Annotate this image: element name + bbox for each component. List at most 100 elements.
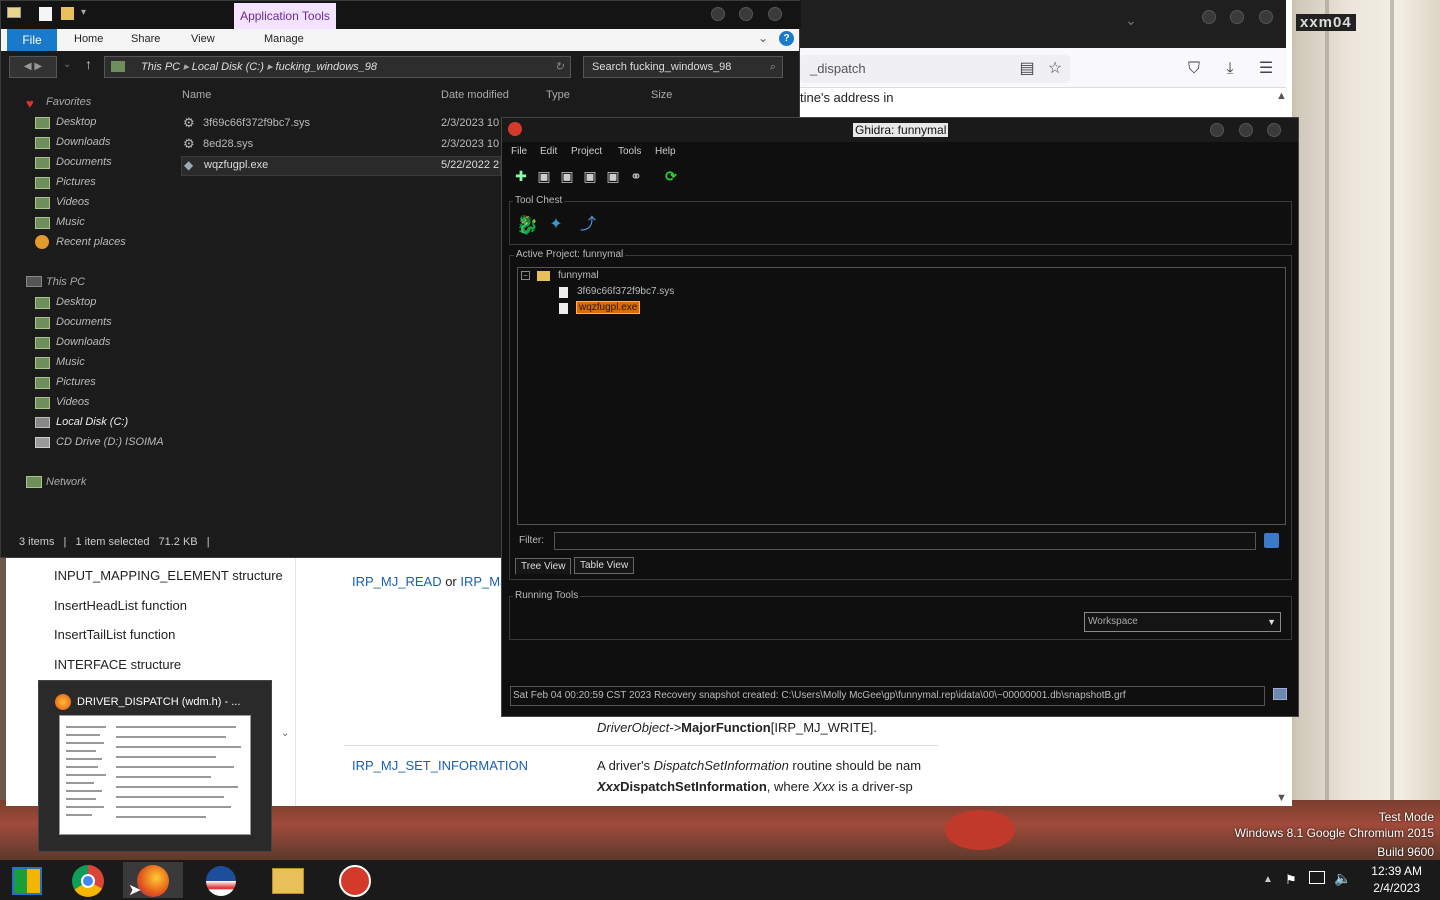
search-icon[interactable]: ⌕ bbox=[770, 57, 776, 77]
tree-item-sys[interactable]: 3f69c66f372f9bc7.sys bbox=[577, 286, 674, 297]
bookmark-star-icon[interactable]: ☆ bbox=[1044, 58, 1066, 80]
taskbar-file-explorer[interactable] bbox=[258, 862, 318, 898]
recent-locations-icon[interactable]: ⌄ bbox=[63, 59, 71, 70]
nav-item-desktop[interactable]: Desktop bbox=[56, 116, 96, 128]
nav-item-downloads[interactable]: Downloads bbox=[56, 136, 110, 148]
open-project-icon[interactable]: ▣ bbox=[535, 167, 553, 185]
properties-icon[interactable] bbox=[39, 7, 52, 21]
nav-item-local-disk[interactable]: Local Disk (C:) bbox=[56, 416, 128, 428]
refresh-icon[interactable]: ⟳ bbox=[662, 167, 680, 185]
nav-this-pc[interactable]: This PC bbox=[46, 276, 85, 288]
filter-input[interactable] bbox=[554, 532, 1256, 550]
debugger-icon[interactable]: ✦ bbox=[547, 216, 565, 234]
quick-access-dropdown-icon[interactable]: ▾ bbox=[81, 7, 86, 18]
column-size[interactable]: Size bbox=[651, 89, 672, 101]
nav-item-cd-drive[interactable]: CD Drive (D:) ISOIMA bbox=[56, 436, 164, 448]
taskbar-thumbnail[interactable]: DRIVER_DISPATCH (wdm.h) - ... bbox=[38, 680, 272, 852]
delete-project-icon[interactable]: ▣ bbox=[604, 167, 622, 185]
ribbon-tab-share[interactable]: Share bbox=[131, 33, 160, 45]
minimize-button[interactable] bbox=[711, 7, 725, 21]
nav-item-documents[interactable]: Documents bbox=[56, 156, 112, 168]
link-irp-mj-read[interactable]: IRP_MJ_READ bbox=[352, 574, 442, 589]
refresh-icon[interactable]: ↻ bbox=[555, 57, 564, 77]
taskbar-chrome[interactable] bbox=[60, 862, 120, 898]
link-irp-mj-set-information[interactable]: IRP_MJ_SET_INFORMATION bbox=[352, 758, 528, 773]
toc-item[interactable]: InsertHeadList function bbox=[54, 598, 187, 613]
show-hidden-icons-icon[interactable]: ▲ bbox=[1263, 874, 1273, 885]
nav-favorites[interactable]: Favorites bbox=[46, 96, 91, 108]
menu-project[interactable]: Project bbox=[571, 146, 602, 157]
close-button[interactable] bbox=[1267, 123, 1281, 137]
nav-item-pictures[interactable]: Pictures bbox=[56, 376, 96, 388]
tab-tree-view[interactable]: Tree View bbox=[515, 558, 572, 575]
ribbon-tab-view[interactable]: View bbox=[191, 33, 215, 45]
column-name[interactable]: Name bbox=[182, 89, 211, 101]
nav-item-documents[interactable]: Documents bbox=[56, 316, 112, 328]
collapse-icon[interactable]: − bbox=[521, 271, 530, 280]
ribbon-file-tab[interactable]: File bbox=[7, 29, 57, 51]
nav-item-downloads[interactable]: Downloads bbox=[56, 336, 110, 348]
taskbar-store[interactable] bbox=[0, 862, 60, 898]
code-browser-dragon-icon[interactable]: 🐉 bbox=[516, 216, 538, 234]
table-row[interactable]: ⚙ 3f69c66f372f9bc7.sys 2/3/2023 10 bbox=[181, 114, 501, 134]
ribbon-tab-manage[interactable]: Manage bbox=[264, 33, 304, 45]
minimize-button[interactable] bbox=[1210, 123, 1224, 137]
ribbon-tab-home[interactable]: Home bbox=[74, 33, 103, 45]
help-icon[interactable]: ? bbox=[779, 31, 794, 46]
nav-item-videos[interactable]: Videos bbox=[56, 396, 89, 408]
application-tools-tab[interactable]: Application Tools bbox=[234, 3, 336, 29]
breadcrumb-item[interactable]: Local Disk (C:) bbox=[192, 61, 264, 73]
clock[interactable]: 12:39 AM 2/4/2023 bbox=[1371, 863, 1422, 897]
breadcrumb-item[interactable]: This PC bbox=[141, 61, 180, 73]
nav-item-music[interactable]: Music bbox=[56, 216, 85, 228]
download-icon[interactable]: ⤓ bbox=[1219, 58, 1241, 80]
menu-file[interactable]: File bbox=[511, 146, 527, 157]
nav-item-music[interactable]: Music bbox=[56, 356, 85, 368]
close-button[interactable] bbox=[768, 7, 782, 21]
table-row[interactable]: ⚙ 8ed28.sys 2/3/2023 10 bbox=[181, 135, 501, 155]
nav-network[interactable]: Network bbox=[46, 476, 86, 488]
taskbar-ghidra[interactable] bbox=[325, 862, 385, 898]
close-project-icon[interactable]: ▣ bbox=[581, 167, 599, 185]
tree-item-exe-selected[interactable]: wqzfugpl.exe bbox=[576, 301, 641, 314]
filter-options-icon[interactable] bbox=[1264, 533, 1279, 548]
toc-item[interactable]: INTERFACE structure bbox=[54, 657, 181, 672]
up-arrow-icon[interactable]: ↑ bbox=[85, 56, 92, 72]
toc-scroll-down-icon[interactable]: ⌄ bbox=[281, 728, 289, 739]
back-forward-icon[interactable]: ◀ ▶ bbox=[9, 56, 57, 78]
nav-item-pictures[interactable]: Pictures bbox=[56, 176, 96, 188]
menu-icon[interactable]: ☰ bbox=[1255, 58, 1277, 80]
workspace-select[interactable]: Workspace ▼ bbox=[1084, 612, 1281, 632]
reader-view-icon[interactable]: ▤ bbox=[1016, 58, 1038, 80]
menu-help[interactable]: Help bbox=[655, 146, 676, 157]
tab-table-view[interactable]: Table View bbox=[574, 557, 635, 574]
nav-item-recent-places[interactable]: Recent places bbox=[56, 236, 126, 248]
save-project-icon[interactable]: ▣ bbox=[558, 167, 576, 185]
console-icon[interactable] bbox=[1273, 688, 1287, 700]
scroll-down-icon[interactable]: ▼ bbox=[1276, 792, 1287, 804]
breadcrumb-item[interactable]: fucking_windows_98 bbox=[276, 61, 378, 73]
scroll-up-icon[interactable]: ▲ bbox=[1276, 90, 1287, 102]
chevron-down-icon[interactable]: ⌄ bbox=[1125, 12, 1137, 29]
search-input[interactable]: Search fucking_windows_98 ⌕ bbox=[583, 56, 783, 78]
version-tracking-icon[interactable]: ⤴ bbox=[579, 216, 597, 234]
new-project-icon[interactable]: ✚ bbox=[512, 167, 530, 185]
volume-icon[interactable]: 🔈 bbox=[1334, 870, 1351, 887]
address-bar[interactable]: This PC ▸ Local Disk (C:) ▸ fucking_wind… bbox=[104, 56, 571, 78]
maximize-button[interactable] bbox=[1239, 123, 1253, 137]
taskbar-obama[interactable] bbox=[190, 862, 250, 898]
column-type[interactable]: Type bbox=[546, 89, 570, 101]
toc-item[interactable]: InsertTailList function bbox=[54, 627, 175, 642]
tree-root-funnymal[interactable]: funnymal bbox=[558, 270, 599, 281]
toc-item[interactable]: INPUT_MAPPING_ELEMENT structure bbox=[54, 568, 283, 583]
ribbon-expand-icon[interactable]: ⌄ bbox=[758, 31, 768, 45]
link-icon[interactable]: ⚭ bbox=[627, 167, 645, 185]
table-row-selected[interactable]: ◆ wqzfugpl.exe 5/22/2022 2 bbox=[181, 156, 501, 176]
network-icon[interactable] bbox=[1309, 871, 1325, 884]
new-folder-icon[interactable] bbox=[61, 7, 74, 20]
menu-tools[interactable]: Tools bbox=[618, 146, 641, 157]
nav-item-videos[interactable]: Videos bbox=[56, 196, 89, 208]
menu-edit[interactable]: Edit bbox=[540, 146, 557, 157]
action-center-flag-icon[interactable]: ⚑ bbox=[1285, 872, 1297, 888]
maximize-button[interactable] bbox=[739, 7, 753, 21]
